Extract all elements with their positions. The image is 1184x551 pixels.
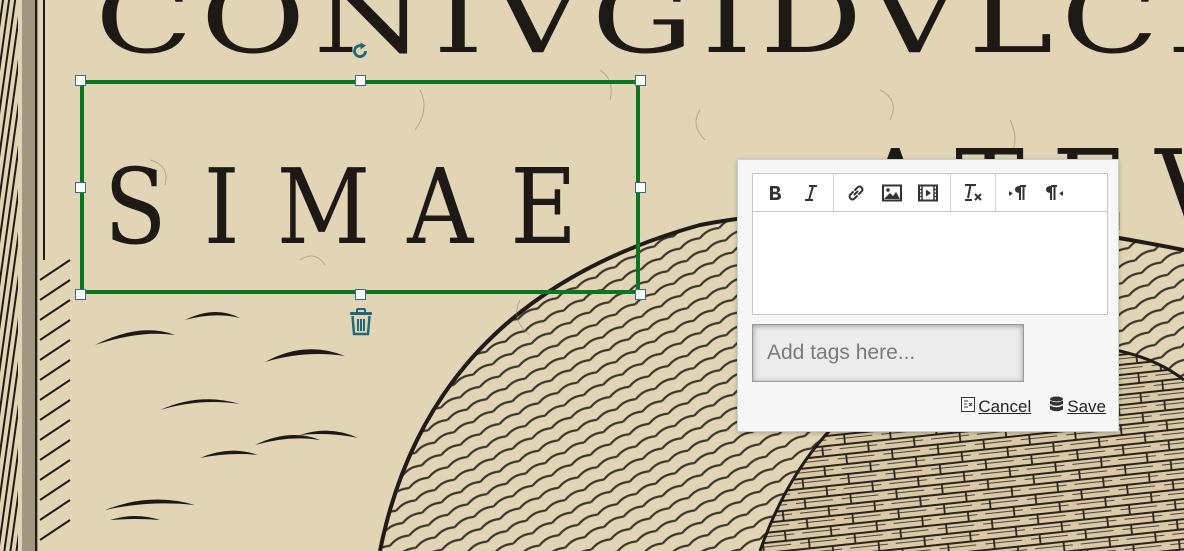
bold-button[interactable]: [757, 178, 793, 208]
resize-handle-top-right[interactable]: [635, 75, 646, 86]
ltr-icon: [1008, 184, 1028, 202]
trash-icon[interactable]: [348, 308, 374, 341]
link-button[interactable]: [838, 178, 874, 208]
rtl-button[interactable]: [1036, 178, 1072, 208]
image-icon: [882, 184, 902, 202]
toolbar-group-insert: [834, 174, 951, 211]
resize-handle-top[interactable]: [355, 75, 366, 86]
rtl-icon: [1044, 184, 1064, 202]
italic-icon: [803, 184, 819, 202]
save-label: Save: [1067, 397, 1106, 416]
resize-handle-top-left[interactable]: [75, 75, 86, 86]
editor-footer: Cancel Save: [738, 396, 1106, 418]
clear-format-icon: [962, 183, 984, 203]
annotation-selection[interactable]: [80, 80, 640, 294]
comment-editor-area[interactable]: [752, 211, 1108, 315]
bold-icon: [767, 184, 783, 202]
cancel-icon: [961, 397, 976, 417]
database-icon: [1049, 396, 1064, 418]
resize-handle-bottom-right[interactable]: [635, 289, 646, 300]
ltr-button[interactable]: [1000, 178, 1036, 208]
annotation-editor: Cancel Save: [737, 159, 1119, 432]
resize-handle-right[interactable]: [635, 182, 646, 193]
link-icon: [846, 183, 866, 203]
clear-format-button[interactable]: [955, 178, 991, 208]
top-inscription: CONIVGIDVLCI: [95, 0, 1184, 76]
image-button[interactable]: [874, 178, 910, 208]
tags-input[interactable]: [752, 324, 1024, 382]
toolbar-group-format: [951, 174, 996, 211]
rich-text-toolbar: [752, 173, 1108, 211]
rotate-icon[interactable]: [350, 41, 370, 66]
toolbar-group-text: [753, 174, 834, 211]
cancel-button[interactable]: Cancel: [961, 397, 1031, 417]
resize-handle-bottom[interactable]: [355, 289, 366, 300]
cancel-label: Cancel: [978, 397, 1032, 416]
save-button[interactable]: Save: [1049, 396, 1106, 418]
video-button[interactable]: [910, 178, 946, 208]
italic-button[interactable]: [793, 178, 829, 208]
toolbar-group-direction: [996, 174, 1076, 211]
resize-handle-left[interactable]: [75, 182, 86, 193]
video-icon: [918, 184, 938, 202]
resize-handle-bottom-left[interactable]: [75, 289, 86, 300]
